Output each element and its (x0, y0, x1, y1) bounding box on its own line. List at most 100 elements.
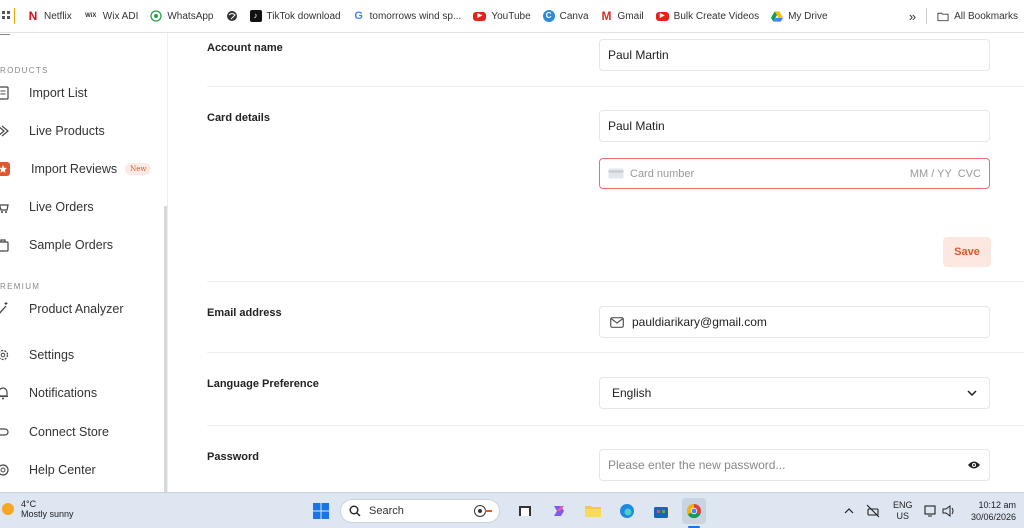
account-name-field[interactable]: Paul Martin (599, 39, 990, 71)
wix-icon: WiX (85, 13, 97, 19)
tiktok-icon: ♪ (249, 10, 262, 22)
list-icon (0, 86, 10, 100)
netflix-icon: N (28, 9, 38, 23)
credit-card-icon (608, 168, 624, 179)
star-icon (0, 162, 10, 176)
store-icon[interactable] (650, 500, 672, 522)
sidebar-item-label: Product Analyzer (29, 302, 124, 316)
bookmark-label: Bulk Create Videos (673, 10, 760, 22)
eye-icon[interactable] (967, 460, 981, 470)
sidebar-item-settings[interactable]: Settings (0, 343, 160, 367)
file-explorer-icon[interactable] (582, 500, 604, 522)
card-holder-field[interactable]: Paul Matin (599, 110, 990, 142)
more-bookmarks-button[interactable]: » (903, 0, 922, 33)
all-bookmarks-button[interactable]: All Bookmarks (931, 0, 1024, 33)
edge-icon[interactable] (616, 500, 638, 522)
taskbar: 4°C Mostly sunny Search ENG US 10:12 am … (0, 492, 1024, 528)
copilot-icon[interactable] (548, 500, 570, 522)
chevron-up-icon[interactable] (838, 500, 860, 522)
card-number-input[interactable]: Card number MM / YY CVC (599, 158, 990, 189)
network-offline-icon[interactable] (862, 500, 884, 522)
search-highlight-icon (473, 504, 493, 518)
bookmark-drive[interactable]: My Drive (765, 0, 833, 33)
bookmark-label: Netflix (44, 10, 72, 22)
chevron-down-icon (967, 390, 977, 396)
bookmark-whatsapp[interactable]: WhatsApp (144, 0, 219, 33)
divider (207, 425, 1024, 426)
globe-icon (226, 10, 238, 22)
clock-time: 10:12 am (978, 500, 1016, 510)
region-code: US (896, 511, 910, 521)
clock-date: 30/06/2026 (970, 512, 1016, 522)
windows-start-icon[interactable] (310, 500, 332, 522)
email-field[interactable]: pauldiarikary@gmail.com (599, 306, 990, 338)
divider (207, 281, 1024, 282)
bookmarks-separator (926, 8, 928, 24)
gear-icon (0, 348, 10, 362)
task-view-icon[interactable] (514, 500, 536, 522)
sidebar-item-notifications[interactable]: Notifications (0, 381, 160, 405)
youtube-icon: ▶ (473, 11, 487, 21)
tag-icon (0, 124, 10, 138)
bookmark-canva[interactable]: C Canva (537, 0, 595, 33)
drive-icon (771, 10, 784, 22)
sidebar-item-label: Settings (29, 348, 75, 362)
sidebar-scrollbar[interactable] (164, 206, 167, 492)
sidebar-item-label: Notifications (29, 386, 98, 400)
wand-icon (0, 302, 10, 316)
sidebar-item-sample-orders[interactable]: Sample Orders (0, 233, 160, 257)
bookmark-gmail[interactable]: M Gmail (595, 0, 650, 33)
sidebar-item-label: Sample Orders (29, 238, 114, 252)
bookmark-label: YouTube (491, 10, 531, 22)
apps-icon[interactable] (0, 0, 14, 33)
weather-widget[interactable]: 4°C Mostly sunny (0, 499, 74, 519)
card-expiry-cvc-placeholder: MM / YY CVC (909, 167, 981, 180)
bookmark-globe[interactable] (220, 0, 244, 33)
password-label: Password (207, 451, 259, 463)
language-indicator[interactable]: ENG US (893, 500, 913, 522)
language-select[interactable]: English (599, 377, 990, 409)
sidebar-item-label: Live Products (29, 124, 105, 138)
save-button[interactable]: Save (943, 237, 991, 267)
chrome-icon[interactable] (682, 498, 706, 524)
section-premium: REMIUM (0, 282, 41, 291)
volume-icon[interactable] (938, 500, 960, 522)
divider (207, 352, 1024, 353)
sidebar-item-live-products[interactable]: Live Products (0, 119, 160, 143)
bookmark-bulk-create-videos[interactable]: ▶ Bulk Create Videos (650, 0, 765, 33)
password-placeholder: Please enter the new password... (608, 458, 786, 472)
sidebar-item-import-reviews[interactable]: Import Reviews New (0, 157, 160, 181)
password-input[interactable]: Please enter the new password... (599, 449, 990, 481)
sidebar-item-label: Live Orders (29, 200, 94, 214)
sidebar-item-help-center[interactable]: Help Center (0, 458, 160, 482)
bookmark-tiktok[interactable]: ♪ TikTok download (244, 0, 347, 33)
mail-icon (610, 316, 624, 328)
bookmark-netflix[interactable]: N Netflix (21, 0, 78, 33)
sidebar-item-live-orders[interactable]: Live Orders (0, 195, 160, 219)
bookmark-wix[interactable]: WiX Wix ADI (78, 0, 145, 33)
sun-icon (0, 501, 16, 517)
bookmark-google[interactable]: G tomorrows wind sp... (347, 0, 468, 33)
card-details-label: Card details (207, 112, 270, 124)
taskbar-search[interactable]: Search (340, 499, 500, 523)
bookmarks-separator (14, 8, 15, 24)
language-label: Language Preference (207, 378, 319, 390)
cart-icon (0, 200, 10, 214)
sidebar: RODUCTS Import List Live Products Import… (0, 33, 168, 492)
language-value: English (612, 386, 652, 400)
sidebar-item-label: Import List (29, 86, 88, 100)
weather-description: Mostly sunny (21, 509, 74, 519)
bookmark-youtube[interactable]: ▶ YouTube (467, 0, 536, 33)
sidebar-item-connect-store[interactable]: Connect Store (0, 420, 160, 444)
account-name-label: Account name (207, 42, 283, 54)
sidebar-item-product-analyzer[interactable]: Product Analyzer (0, 297, 160, 321)
help-icon (0, 463, 10, 477)
clock[interactable]: 10:12 am 30/06/2026 (971, 499, 1016, 523)
card-holder-value: Paul Matin (608, 119, 665, 133)
sidebar-partial-item (0, 33, 10, 35)
bookmark-label: Gmail (617, 10, 644, 22)
bookmark-label: tomorrows wind sp... (369, 10, 462, 22)
account-name-value: Paul Martin (608, 48, 669, 62)
sidebar-item-import-list[interactable]: Import List (0, 81, 160, 105)
card-number-placeholder: Card number (630, 167, 695, 180)
